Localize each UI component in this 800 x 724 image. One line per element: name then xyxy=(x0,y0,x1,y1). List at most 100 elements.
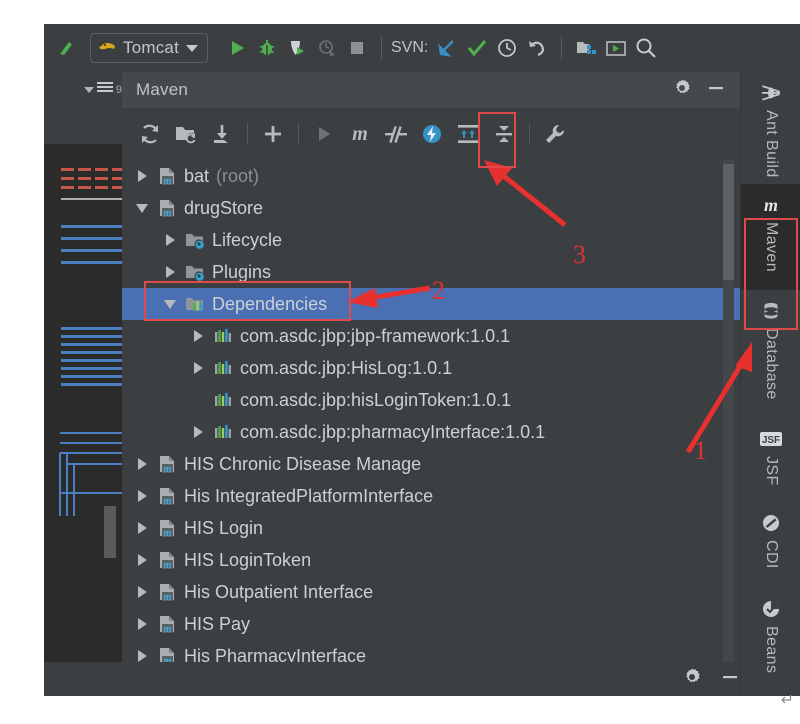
chevron-right-icon[interactable] xyxy=(186,330,210,342)
stripe-button-ant-build[interactable]: Ant Build xyxy=(741,72,800,184)
chevron-right-icon[interactable] xyxy=(130,554,154,566)
lifecycle-folder-icon xyxy=(182,231,208,249)
terminal-window-icon[interactable] xyxy=(601,33,631,63)
tree-row[interactable]: Lifecycle xyxy=(122,224,740,256)
svn-revert-button[interactable] xyxy=(522,33,552,63)
screenshot-root: Tomcat SVN: 9 Maven m m bat (root) m dru… xyxy=(0,0,800,724)
maven-project-icon: m xyxy=(154,518,180,538)
page-left-margin xyxy=(0,0,44,724)
chevron-right-icon[interactable] xyxy=(130,490,154,502)
tree-row[interactable]: m HIS Login xyxy=(122,512,740,544)
tree-row-suffix: (root) xyxy=(216,165,260,186)
gear-icon[interactable] xyxy=(672,78,692,103)
tree-scrollbar-thumb[interactable] xyxy=(723,164,734,280)
svg-text:m: m xyxy=(164,592,172,602)
cdi-icon xyxy=(761,510,781,536)
chevron-right-icon[interactable] xyxy=(130,650,154,662)
m-letter-icon: m xyxy=(760,192,782,218)
svg-text:m: m xyxy=(352,123,368,145)
svn-update-button[interactable] xyxy=(432,33,462,63)
play-icon[interactable] xyxy=(306,116,342,152)
shield-play-icon[interactable] xyxy=(282,33,312,63)
plugins-folder-icon xyxy=(182,263,208,281)
annotation-box-1 xyxy=(744,218,798,330)
chevron-down-icon[interactable] xyxy=(185,38,199,58)
tree-row[interactable]: m His PharmacyInterface xyxy=(122,640,740,662)
gear-icon[interactable] xyxy=(682,667,702,692)
maven-projects-tree[interactable]: m bat (root) m drugStore Lifecycle Plugins Depe… xyxy=(122,160,740,662)
svn-commit-button[interactable] xyxy=(462,33,492,63)
tree-row[interactable]: m His Outpatient Interface xyxy=(122,576,740,608)
chevron-right-icon[interactable] xyxy=(130,522,154,534)
profile-icon[interactable] xyxy=(312,33,342,63)
chevron-right-icon[interactable] xyxy=(130,618,154,630)
stripe-button-cdi[interactable]: CDI xyxy=(741,502,800,588)
tomcat-cat-icon xyxy=(97,37,117,60)
download-icon[interactable] xyxy=(204,116,240,152)
tree-row-label: HIS Pay xyxy=(184,613,251,634)
stripe-button-label: Beans xyxy=(763,626,780,674)
tree-row-label: His IntegratedPlatformInterface xyxy=(184,485,434,506)
beans-icon xyxy=(761,596,781,622)
right-tool-window-stripe: Ant Build m Maven Database JSF JSF CDI Beans xyxy=(740,72,800,696)
refresh-icon[interactable] xyxy=(132,116,168,152)
stripe-button-jsf[interactable]: JSF JSF xyxy=(741,418,800,502)
maven-toolbar-divider-1 xyxy=(247,123,248,145)
maven-project-icon: m xyxy=(154,166,180,186)
tree-row[interactable]: com.asdc.jbp:pharmacyInterface:1.0.1 xyxy=(122,416,740,448)
chevron-down-icon[interactable] xyxy=(83,81,94,99)
chevron-right-icon[interactable] xyxy=(186,426,210,438)
tree-row[interactable]: m HIS Chronic Disease Manage xyxy=(122,448,740,480)
chevron-right-icon[interactable] xyxy=(186,362,210,374)
chevron-right-icon[interactable] xyxy=(130,170,154,182)
skip-tests-icon[interactable] xyxy=(378,116,414,152)
run-button[interactable] xyxy=(222,33,252,63)
chevron-down-icon[interactable] xyxy=(130,202,154,214)
back-arrow-icon[interactable] xyxy=(52,33,82,63)
chevron-right-icon[interactable] xyxy=(158,234,182,246)
lines-icon xyxy=(96,81,113,100)
tree-row-label: HIS LoginToken xyxy=(184,549,312,570)
chevron-right-icon[interactable] xyxy=(130,586,154,598)
stop-square-icon[interactable] xyxy=(342,33,372,63)
tree-row-label: com.asdc.jbp:hisLoginToken:1.0.1 xyxy=(240,389,512,410)
maven-title: Maven xyxy=(136,80,189,99)
maven-tool-window: Maven m m bat (root) m drugStore Lifecyc… xyxy=(122,72,750,662)
tree-row[interactable]: m His IntegratedPlatformInterface xyxy=(122,480,740,512)
bug-icon[interactable] xyxy=(252,33,282,63)
chevron-right-icon[interactable] xyxy=(158,266,182,278)
tree-row[interactable]: m bat (root) xyxy=(122,160,740,192)
tree-row[interactable]: com.asdc.jbp:jbp-framework:1.0.1 xyxy=(122,320,740,352)
minimize-icon[interactable] xyxy=(706,78,726,103)
stripe-button-beans[interactable]: Beans xyxy=(741,588,800,688)
m-letter-icon[interactable]: m xyxy=(342,116,378,152)
tree-row[interactable]: m HIS LoginToken xyxy=(122,544,740,576)
svg-text:m: m xyxy=(164,624,172,634)
svg-text:m: m xyxy=(164,464,172,474)
svn-history-button[interactable] xyxy=(492,33,522,63)
search-icon[interactable] xyxy=(631,33,661,63)
tool-window-footer xyxy=(122,662,762,696)
annotation-number-1: 1 xyxy=(694,436,707,465)
chevron-right-icon[interactable] xyxy=(130,458,154,470)
dependency-bars-icon xyxy=(210,423,236,441)
maven-project-icon: m xyxy=(154,646,180,662)
tree-row-label: drugStore xyxy=(184,197,264,218)
offline-bolt-icon[interactable] xyxy=(414,116,450,152)
project-structure-icon[interactable] xyxy=(571,33,601,63)
tree-row[interactable]: m drugStore xyxy=(122,192,740,224)
tree-row-label: com.asdc.jbp:HisLog:1.0.1 xyxy=(240,357,453,378)
tree-row[interactable]: com.asdc.jbp:hisLoginToken:1.0.1 xyxy=(122,384,740,416)
run-configuration-selector[interactable]: Tomcat xyxy=(90,33,208,63)
editor-scrollbar-thumb[interactable] xyxy=(104,506,116,558)
plus-icon[interactable] xyxy=(255,116,291,152)
folder-refresh-icon[interactable] xyxy=(168,116,204,152)
minimize-icon[interactable] xyxy=(720,667,740,692)
tree-row[interactable]: m HIS Pay xyxy=(122,608,740,640)
tree-row-label: His Outpatient Interface xyxy=(184,581,374,602)
wrench-icon[interactable] xyxy=(537,116,573,152)
dependency-bars-icon xyxy=(210,359,236,377)
tree-row[interactable]: com.asdc.jbp:HisLog:1.0.1 xyxy=(122,352,740,384)
maven-toolbar-divider-2 xyxy=(298,123,299,145)
svg-text:m: m xyxy=(764,195,778,215)
